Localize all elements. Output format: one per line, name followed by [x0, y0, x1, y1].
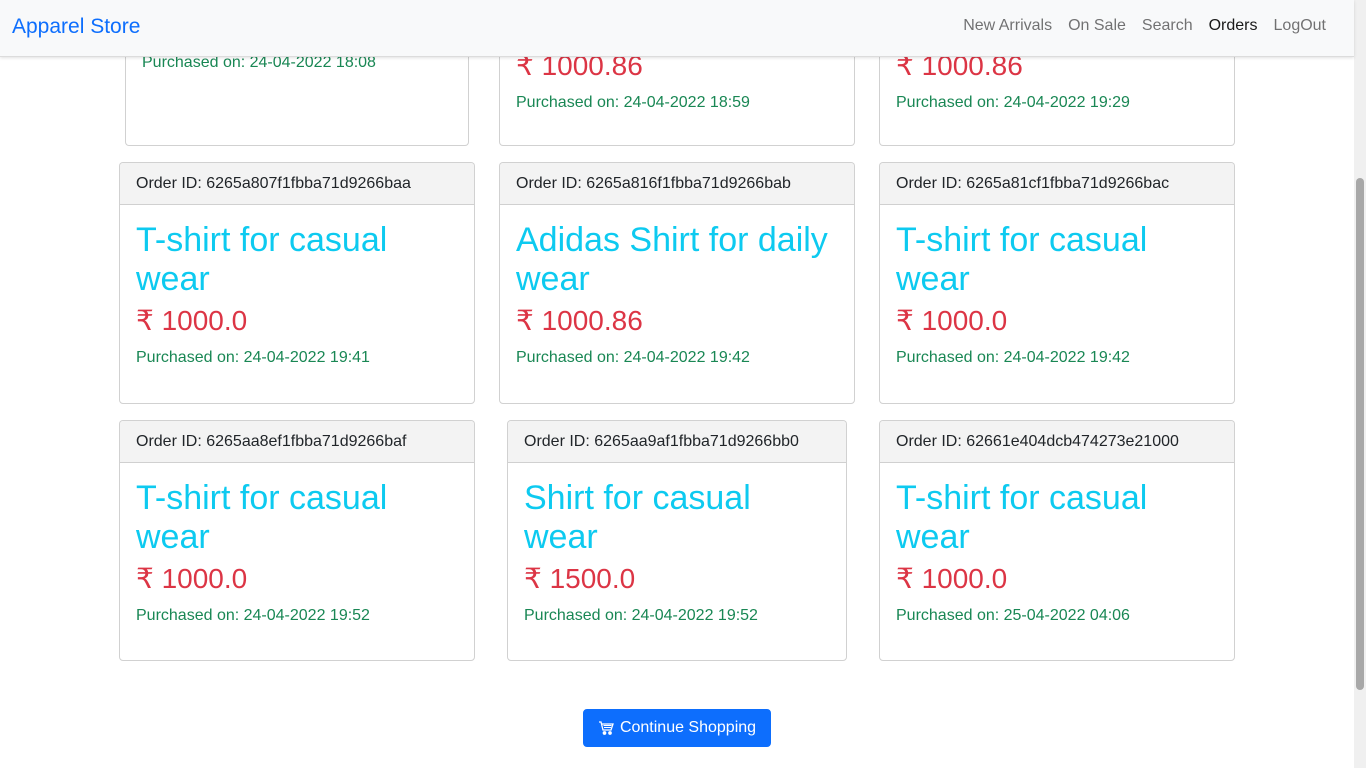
order-price: ₹ 1000.0 — [136, 563, 248, 594]
order-price: ₹ 1000.86 — [516, 305, 643, 336]
order-id: Order ID: 6265a807f1fbba71d9266baa — [120, 163, 474, 205]
card-body: ₹ 1000.86 Purchased on: 24-04-2022 18:59 — [500, 50, 854, 112]
purchase-date: Purchased on: 24-04-2022 19:41 — [136, 349, 370, 366]
nav-new-arrivals[interactable]: New Arrivals — [955, 17, 1060, 35]
card-body: T-shirt for casual wear ₹ 1000.0 Purchas… — [120, 463, 474, 625]
nav-logout[interactable]: LogOut — [1266, 17, 1334, 35]
nav-on-sale[interactable]: On Sale — [1060, 17, 1134, 35]
product-name: T-shirt for casual wear — [136, 221, 388, 298]
nav-links: New Arrivals On Sale Search Orders LogOu… — [955, 17, 1334, 35]
order-card: Order ID: 6265aa8ef1fbba71d9266baf T-shi… — [119, 420, 475, 661]
order-id: Order ID: 6265aa9af1fbba71d9266bb0 — [508, 421, 846, 463]
cart-icon — [598, 720, 614, 736]
product-name: Adidas Shirt for daily wear — [516, 221, 828, 298]
order-card: Order ID: 6265aa9af1fbba71d9266bb0 Shirt… — [507, 420, 847, 661]
order-price: ₹ 1500.0 — [524, 563, 636, 594]
purchase-date: Purchased on: 24-04-2022 19:52 — [136, 607, 370, 624]
nav-search[interactable]: Search — [1134, 17, 1201, 35]
product-name: T-shirt for casual wear — [136, 479, 388, 556]
card-body: ₹ 1000.86 Purchased on: 24-04-2022 19:29 — [880, 50, 1234, 112]
order-price: ₹ 1000.0 — [896, 305, 1008, 336]
order-id: Order ID: 6265a81cf1fbba71d9266bac — [880, 163, 1234, 205]
scrollbar-thumb[interactable] — [1356, 178, 1364, 690]
purchase-date: Purchased on: 24-04-2022 19:42 — [516, 349, 750, 366]
top-navbar: Apparel Store New Arrivals On Sale Searc… — [0, 0, 1354, 57]
order-price: ₹ 1000.0 — [896, 563, 1008, 594]
card-body: T-shirt for casual wear ₹ 1000.0 Purchas… — [880, 463, 1234, 625]
product-name: T-shirt for casual wear — [896, 221, 1148, 298]
card-body: T-shirt for casual wear ₹ 1000.0 Purchas… — [120, 205, 474, 367]
purchase-date: Purchased on: 25-04-2022 04:06 — [896, 607, 1130, 624]
order-card: Order ID: 6265a816f1fbba71d9266bab Adida… — [499, 162, 855, 404]
card-body: T-shirt for casual wear ₹ 1000.0 Purchas… — [880, 205, 1234, 367]
order-id: Order ID: 62661e404dcb474273e21000 — [880, 421, 1234, 463]
nav-orders[interactable]: Orders — [1201, 17, 1266, 35]
order-id: Order ID: 6265aa8ef1fbba71d9266baf — [120, 421, 474, 463]
orders-page: Purchased on: 24-04-2022 18:08 ₹ 1000.86… — [0, 0, 1354, 768]
order-card: Order ID: 62661e404dcb474273e21000 T-shi… — [879, 420, 1235, 661]
purchase-date: Purchased on: 24-04-2022 18:59 — [516, 94, 750, 111]
card-body: Adidas Shirt for daily wear ₹ 1000.86 Pu… — [500, 205, 854, 367]
order-price: ₹ 1000.0 — [136, 305, 248, 336]
brand-link[interactable]: Apparel Store — [12, 15, 140, 39]
product-name: Shirt for casual wear — [524, 479, 751, 556]
scrollbar[interactable] — [1354, 0, 1366, 768]
order-card: Order ID: 6265a81cf1fbba71d9266bac T-shi… — [879, 162, 1235, 404]
purchase-date: Purchased on: 24-04-2022 19:42 — [896, 349, 1130, 366]
purchase-date: Purchased on: 24-04-2022 19:52 — [524, 607, 758, 624]
purchase-date: Purchased on: 24-04-2022 19:29 — [896, 94, 1130, 111]
order-card: Order ID: 6265a807f1fbba71d9266baa T-shi… — [119, 162, 475, 404]
card-body: Shirt for casual wear ₹ 1500.0 Purchased… — [508, 463, 846, 625]
continue-shopping-button[interactable]: Continue Shopping — [583, 709, 771, 747]
continue-shopping-label: Continue Shopping — [619, 719, 757, 736]
product-name: T-shirt for casual wear — [896, 479, 1148, 556]
order-id: Order ID: 6265a816f1fbba71d9266bab — [500, 163, 854, 205]
